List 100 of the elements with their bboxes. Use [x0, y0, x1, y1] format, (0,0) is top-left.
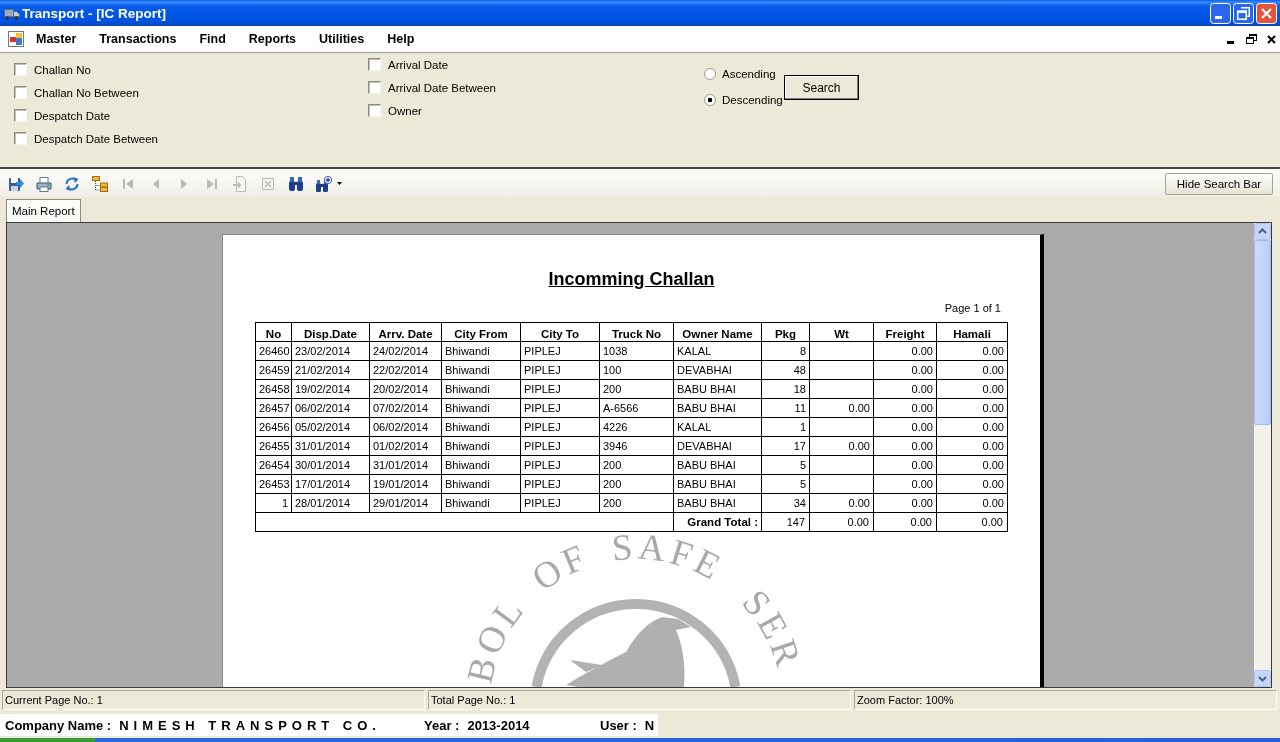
- table-cell: 05/02/2014: [291, 417, 370, 437]
- table-cell: 0.00: [936, 360, 1008, 380]
- column-header: Disp.Date: [291, 322, 370, 342]
- table-cell: 1: [255, 493, 292, 513]
- footer-label: Year :: [424, 717, 460, 733]
- checkbox-label: Despatch Date Between: [34, 132, 159, 145]
- table-cell: 0.00: [873, 493, 937, 513]
- table-cell: DEVABHAI: [673, 360, 762, 380]
- column-header: Pkg: [761, 322, 810, 342]
- menu-item[interactable]: Help: [375, 29, 426, 49]
- table-cell: 06/02/2014: [291, 398, 370, 418]
- menu-item[interactable]: Transactions: [87, 29, 188, 49]
- table-cell: 200: [599, 493, 674, 513]
- table-cell: 22/02/2014: [369, 360, 442, 380]
- total-label: Grand Total :: [673, 512, 762, 532]
- table-cell: KALAL: [673, 341, 762, 361]
- search-button[interactable]: Search: [784, 75, 859, 100]
- table-cell: 17: [761, 436, 810, 456]
- table-cell: 26455: [255, 436, 292, 456]
- menu-item[interactable]: Reports: [236, 29, 308, 49]
- table-cell: 19/01/2014: [369, 474, 442, 494]
- checkbox[interactable]: [368, 81, 381, 94]
- table-cell: 4226: [599, 417, 674, 437]
- truck-icon: [4, 6, 20, 20]
- table-cell: 0.00: [809, 436, 874, 456]
- status-pane: Current Page No.: 1: [2, 690, 425, 710]
- tab[interactable]: Main Report: [6, 199, 81, 222]
- table-cell: BABU BHAI: [673, 379, 762, 399]
- table-cell: Bhiwandi: [441, 398, 521, 418]
- checkbox[interactable]: [14, 109, 27, 122]
- total-cell: 0.00: [809, 512, 874, 532]
- table-cell: 06/02/2014: [369, 417, 442, 437]
- status-pane: Total Page No.: 1: [428, 690, 851, 710]
- table-cell: Bhiwandi: [441, 474, 521, 494]
- checkbox-label: Challan No Between: [34, 86, 139, 99]
- hide-search-bar-button[interactable]: Hide Search Bar: [1165, 172, 1273, 195]
- table-cell: PIPLEJ: [520, 417, 600, 437]
- column-header: Wt: [809, 322, 874, 342]
- table-cell: BABU BHAI: [673, 455, 762, 475]
- table-cell: 20/02/2014: [369, 379, 442, 399]
- table-cell: 0.00: [873, 360, 937, 380]
- zoom-icon[interactable]: [316, 175, 332, 192]
- scrollbar[interactable]: [1254, 223, 1271, 687]
- radio-button[interactable]: [704, 68, 716, 80]
- binoculars-icon[interactable]: [288, 175, 304, 192]
- scroll-down-icon[interactable]: [1254, 670, 1271, 687]
- column-header: Arrv. Date: [369, 322, 442, 342]
- table-cell: 0.00: [873, 455, 937, 475]
- table-cell: 0.00: [936, 455, 1008, 475]
- caret-icon[interactable]: [337, 182, 342, 185]
- table-cell: 0.00: [873, 417, 937, 437]
- table-cell: KALAL: [673, 417, 762, 437]
- table-cell: 0.00: [936, 493, 1008, 513]
- scroll-up-icon[interactable]: [1254, 223, 1271, 240]
- table-cell: BABU BHAI: [673, 474, 762, 494]
- table-cell: 0.00: [873, 341, 937, 361]
- table-cell: PIPLEJ: [520, 474, 600, 494]
- close-icon[interactable]: [1267, 34, 1276, 44]
- table-cell: 30/01/2014: [291, 455, 370, 475]
- table-cell: 5: [761, 474, 810, 494]
- table-cell: 34: [761, 493, 810, 513]
- table-cell: 0.00: [873, 474, 937, 494]
- checkbox[interactable]: [14, 86, 27, 99]
- menu-item[interactable]: Utilities: [307, 29, 376, 49]
- checkbox[interactable]: [14, 63, 27, 76]
- table-cell: 26460: [255, 341, 292, 361]
- table-cell: Bhiwandi: [441, 417, 521, 437]
- table-cell: 0.00: [873, 379, 937, 399]
- table-cell: 28/01/2014: [291, 493, 370, 513]
- table-cell: 0.00: [873, 436, 937, 456]
- checkbox[interactable]: [368, 58, 381, 71]
- checkbox[interactable]: [368, 104, 381, 117]
- report-title: Incomming Challan: [548, 268, 715, 290]
- tree-icon[interactable]: [92, 175, 108, 192]
- status-pane: Zoom Factor: 100%: [854, 690, 1277, 710]
- scrollbar-thumb[interactable]: [1254, 240, 1271, 425]
- radio-label: Ascending: [722, 68, 776, 80]
- table-cell: 0.00: [936, 436, 1008, 456]
- tiles-icon[interactable]: [8, 31, 24, 47]
- table-cell: BABU BHAI: [673, 493, 762, 513]
- table-cell: PIPLEJ: [520, 436, 600, 456]
- printer-icon[interactable]: [36, 175, 52, 192]
- table-cell: Bhiwandi: [441, 341, 521, 361]
- table-cell: 0.00: [936, 379, 1008, 399]
- refresh-icon[interactable]: [64, 175, 80, 192]
- seal-text: OF: [524, 535, 595, 599]
- menu-item[interactable]: Master: [24, 29, 88, 49]
- restore-icon[interactable]: [1246, 34, 1257, 44]
- checkbox-label: Challan No: [34, 63, 91, 76]
- menu-item[interactable]: Find: [187, 29, 237, 49]
- column-header: Hamali: [936, 322, 1008, 342]
- table-cell: Bhiwandi: [441, 493, 521, 513]
- minimize-icon[interactable]: [1227, 40, 1234, 44]
- column-header: No: [255, 322, 292, 342]
- floppy-disk-icon[interactable]: [8, 175, 24, 192]
- table-cell: 26453: [255, 474, 292, 494]
- column-header: Truck No: [599, 322, 674, 342]
- table-cell: 24/02/2014: [369, 341, 442, 361]
- checkbox[interactable]: [14, 132, 27, 145]
- radio-button[interactable]: [704, 94, 716, 106]
